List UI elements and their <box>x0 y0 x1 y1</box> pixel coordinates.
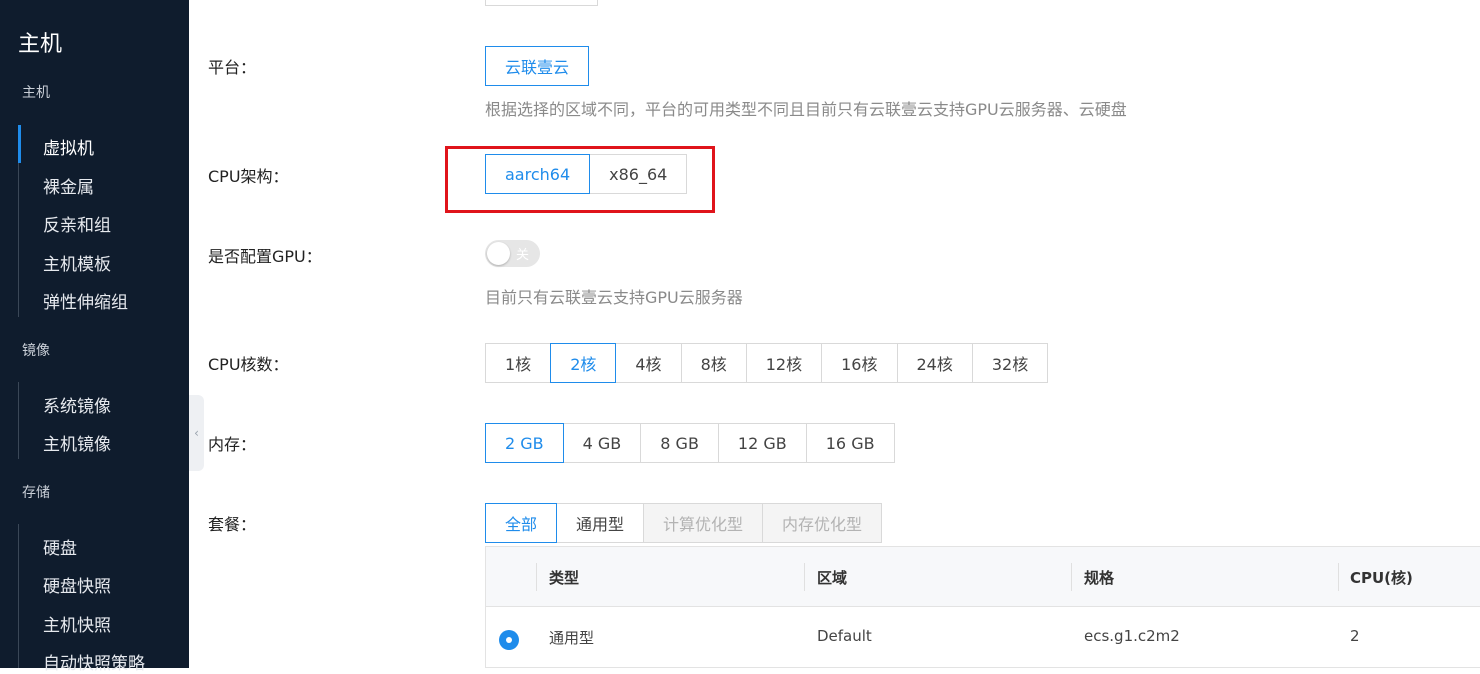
cpu-cores-option[interactable]: 8核 <box>680 343 747 383</box>
column-header-type: 类型 <box>549 568 580 587</box>
cell-cpu: 2 <box>1350 627 1360 645</box>
sidebar-group-host: 主机 <box>22 85 50 101</box>
cpu-cores-option[interactable]: 12核 <box>745 343 823 383</box>
gpu-label: 是否配置GPU： <box>208 247 322 266</box>
package-option-compute-optimized: 计算优化型 <box>643 503 764 543</box>
sidebar-group-storage: 存储 <box>22 485 50 501</box>
sidebar-item-disk-snapshot[interactable]: 硬盘快照 <box>43 572 111 597</box>
sidebar-item-vm[interactable]: 虚拟机 <box>43 134 94 159</box>
spec-table: 类型 区域 规格 CPU(核) 通用型 Default ecs.g1.c2m2 … <box>485 546 1480 668</box>
sidebar-item-auto-snapshot-policy[interactable]: 自动快照策略 <box>43 649 145 674</box>
memory-label: 内存： <box>208 435 257 454</box>
sidebar-item-host-template[interactable]: 主机模板 <box>43 250 111 275</box>
row-radio[interactable] <box>499 630 519 650</box>
cell-type: 通用型 <box>549 629 595 647</box>
cell-spec: ecs.g1.c2m2 <box>1084 627 1180 645</box>
memory-options: 2 GB 4 GB 8 GB 12 GB 16 GB <box>485 423 895 463</box>
sidebar: 主机 主机 虚拟机 裸金属 反亲和组 主机模板 弹性伸缩组 镜像 系统镜像 主机… <box>0 0 189 674</box>
cpu-cores-option[interactable]: 24核 <box>896 343 973 383</box>
cpu-cores-option[interactable]: 2核 <box>550 343 617 383</box>
memory-option[interactable]: 12 GB <box>717 423 807 463</box>
gpu-hint: 目前只有云联壹云支持GPU云服务器 <box>485 288 743 307</box>
cpu-cores-option[interactable]: 1核 <box>485 343 552 383</box>
sidebar-collapse-button[interactable]: ‹ <box>189 395 204 471</box>
memory-option[interactable]: 8 GB <box>640 423 719 463</box>
package-option-general[interactable]: 通用型 <box>556 503 645 543</box>
sidebar-active-indicator <box>18 125 21 163</box>
sidebar-item-autoscaling-group[interactable]: 弹性伸缩组 <box>43 288 128 313</box>
sidebar-item-system-image[interactable]: 系统镜像 <box>43 392 111 417</box>
cpu-arch-label: CPU架构： <box>208 167 289 186</box>
platform-hint: 根据选择的区域不同，平台的可用类型不同且目前只有云联壹云支持GPU云服务器、云硬… <box>485 100 1127 119</box>
column-separator <box>1338 563 1339 591</box>
sidebar-item-disk[interactable]: 硬盘 <box>43 534 77 559</box>
table-header: 类型 区域 规格 CPU(核) <box>486 547 1480 607</box>
package-options: 全部 通用型 计算优化型 内存优化型 <box>485 503 883 543</box>
sidebar-item-anti-affinity[interactable]: 反亲和组 <box>43 211 111 236</box>
cpu-cores-options: 1核 2核 4核 8核 12核 16核 24核 32核 <box>485 343 1049 383</box>
package-option-all[interactable]: 全部 <box>485 503 558 543</box>
platform-options: 云联壹云 <box>485 46 590 86</box>
memory-option[interactable]: 4 GB <box>562 423 642 463</box>
sidebar-group-line <box>18 524 19 668</box>
toggle-text: 关 <box>516 248 530 263</box>
column-header-cpu: CPU(核) <box>1350 568 1413 587</box>
toggle-knob <box>487 242 510 265</box>
sidebar-group-image: 镜像 <box>22 343 50 359</box>
platform-label: 平台： <box>208 58 257 77</box>
package-option-memory-optimized: 内存优化型 <box>762 503 883 543</box>
memory-option[interactable]: 16 GB <box>805 423 895 463</box>
platform-option-yunlian[interactable]: 云联壹云 <box>485 46 590 86</box>
chevron-left-icon: ‹ <box>194 426 199 440</box>
cpu-arch-option-aarch64[interactable]: aarch64 <box>485 154 591 194</box>
column-separator <box>536 563 537 591</box>
cpu-cores-label: CPU核数： <box>208 355 289 374</box>
package-label: 套餐： <box>208 515 257 534</box>
column-separator <box>804 563 805 591</box>
cpu-cores-option[interactable]: 32核 <box>971 343 1049 383</box>
cpu-cores-option[interactable]: 4核 <box>615 343 682 383</box>
column-header-spec: 规格 <box>1084 568 1115 587</box>
sidebar-title: 主机 <box>18 32 63 57</box>
memory-option[interactable]: 2 GB <box>485 423 564 463</box>
previous-field-stub <box>485 0 598 6</box>
column-separator <box>1071 563 1072 591</box>
sidebar-item-baremetal[interactable]: 裸金属 <box>43 173 94 198</box>
cpu-cores-option[interactable]: 16核 <box>821 343 898 383</box>
sidebar-item-host-image[interactable]: 主机镜像 <box>43 430 111 455</box>
cell-region: Default <box>817 627 872 645</box>
column-header-region: 区域 <box>817 568 848 587</box>
sidebar-item-host-snapshot[interactable]: 主机快照 <box>43 611 111 636</box>
sidebar-group-line <box>18 382 19 459</box>
gpu-toggle[interactable]: 关 <box>485 240 540 267</box>
